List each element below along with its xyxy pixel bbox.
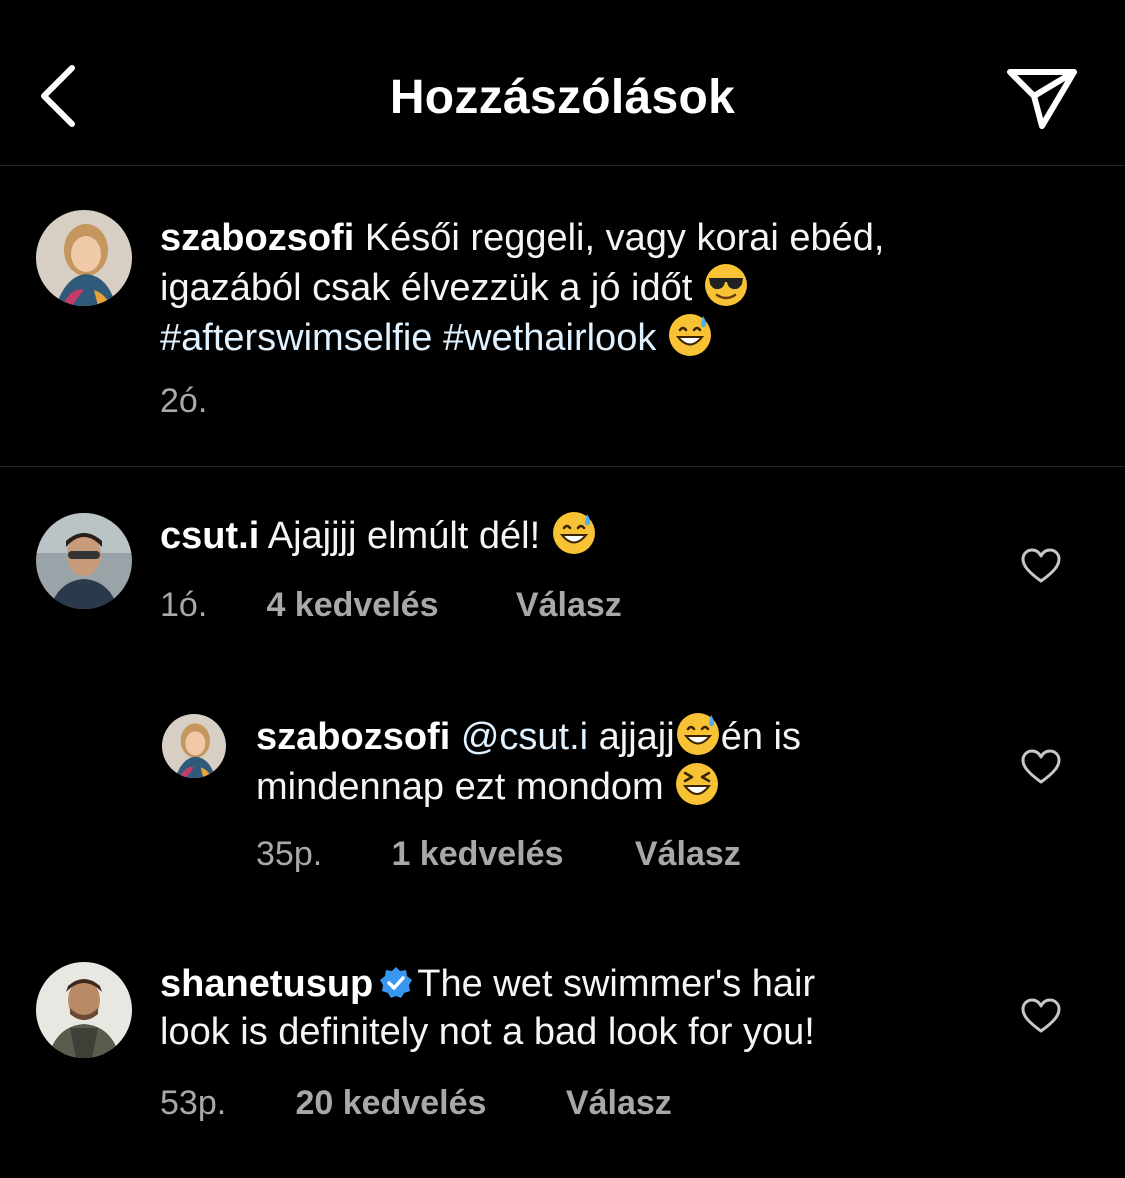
avatar[interactable] xyxy=(162,714,226,778)
send-button[interactable] xyxy=(1002,64,1082,134)
verified-badge-icon xyxy=(380,967,413,998)
comment-body: The wet swimmer's hair xyxy=(417,963,816,1005)
comment-likes[interactable]: 4 kedvelés xyxy=(266,586,506,625)
post-caption: szabozsofi Késői reggeli, vagy korai ebé… xyxy=(0,166,1125,467)
heart-outline-icon[interactable] xyxy=(1021,998,1061,1034)
comment-time: 53p. xyxy=(160,1084,227,1122)
comment-likes[interactable]: 20 kedvelés xyxy=(295,1084,556,1123)
comment-username[interactable]: csut.i xyxy=(160,515,259,557)
comment-text: szabozsofi @csut.i ajjajj én is mindenna… xyxy=(256,711,976,811)
comment-meta: 53p. 20 kedvelés Válasz xyxy=(160,1084,672,1123)
comment-body-a: ajjajj xyxy=(598,716,675,758)
caption-text: szabozsofi Késői reggeli, vagy korai ebé… xyxy=(160,214,1060,362)
page-title: Hozzászólások xyxy=(389,71,736,124)
comment-line-2: look is definitely not a bad look for yo… xyxy=(160,1008,1000,1056)
comment-meta: 1ó. 4 kedvelés Válasz xyxy=(160,586,622,625)
reply-button[interactable]: Válasz xyxy=(566,1084,672,1123)
grinning-sweat-emoji-icon xyxy=(676,713,719,755)
hashtag-link[interactable]: #wethairlook xyxy=(443,317,656,359)
comment-line-1: shanetusup The wet swimmer's hair xyxy=(160,960,1000,1008)
heart-outline-icon[interactable] xyxy=(1021,749,1061,785)
comment-username[interactable]: szabozsofi xyxy=(256,716,450,758)
avatar[interactable] xyxy=(36,962,132,1058)
comment-body-line2: mindennap ezt mondom xyxy=(256,766,664,808)
comment-time: 1ó. xyxy=(160,586,208,624)
header: Hozzászólások xyxy=(0,0,1125,166)
avatar[interactable] xyxy=(36,210,132,306)
comment-meta: 35p. 1 kedvelés Válasz xyxy=(256,835,741,874)
laughing-emoji-icon xyxy=(676,763,719,805)
mention-link[interactable]: @csut.i xyxy=(461,716,588,758)
comment-username[interactable]: shanetusup xyxy=(160,963,373,1005)
caption-username[interactable]: szabozsofi xyxy=(160,217,354,259)
hashtag-link[interactable]: #afterswimselfie xyxy=(160,317,432,359)
comment-body-b: én is xyxy=(720,716,801,758)
caption-line-2: igazából csak élvezzük a jó időt xyxy=(160,262,1060,312)
reply-button[interactable]: Válasz xyxy=(516,586,622,625)
comment-line-2: mindennap ezt mondom xyxy=(256,761,976,811)
comment-body-line2: look is definitely not a bad look for yo… xyxy=(160,1011,815,1053)
grinning-sweat-emoji-icon xyxy=(552,512,595,554)
grinning-sweat-emoji-icon xyxy=(668,314,711,356)
avatar[interactable] xyxy=(36,513,132,609)
heart-outline-icon[interactable] xyxy=(1021,548,1061,584)
sunglasses-emoji-icon xyxy=(704,264,747,306)
comment-body: Ajajjjj elmúlt dél! xyxy=(267,515,541,557)
comment-text: shanetusup The wet swimmer's hair look i… xyxy=(160,960,1000,1056)
paper-plane-icon xyxy=(1007,69,1077,129)
caption-line-1: szabozsofi Késői reggeli, vagy korai ebé… xyxy=(160,214,1060,262)
comment-line-1: szabozsofi @csut.i ajjajj én is xyxy=(256,711,976,761)
caption-text-1: Késői reggeli, vagy korai ebéd, xyxy=(364,217,885,259)
caption-line-3: #afterswimselfie #wethairlook xyxy=(160,312,1060,362)
caption-text-2: igazából csak élvezzük a jó időt xyxy=(160,267,693,309)
caption-meta: 2ó. xyxy=(160,382,207,421)
comment-likes[interactable]: 1 kedvelés xyxy=(391,835,625,874)
caption-time: 2ó. xyxy=(160,382,208,420)
comment-time: 35p. xyxy=(256,835,323,873)
comment-text: csut.i Ajajjjj elmúlt dél! xyxy=(160,510,980,560)
reply-button[interactable]: Válasz xyxy=(635,835,741,874)
